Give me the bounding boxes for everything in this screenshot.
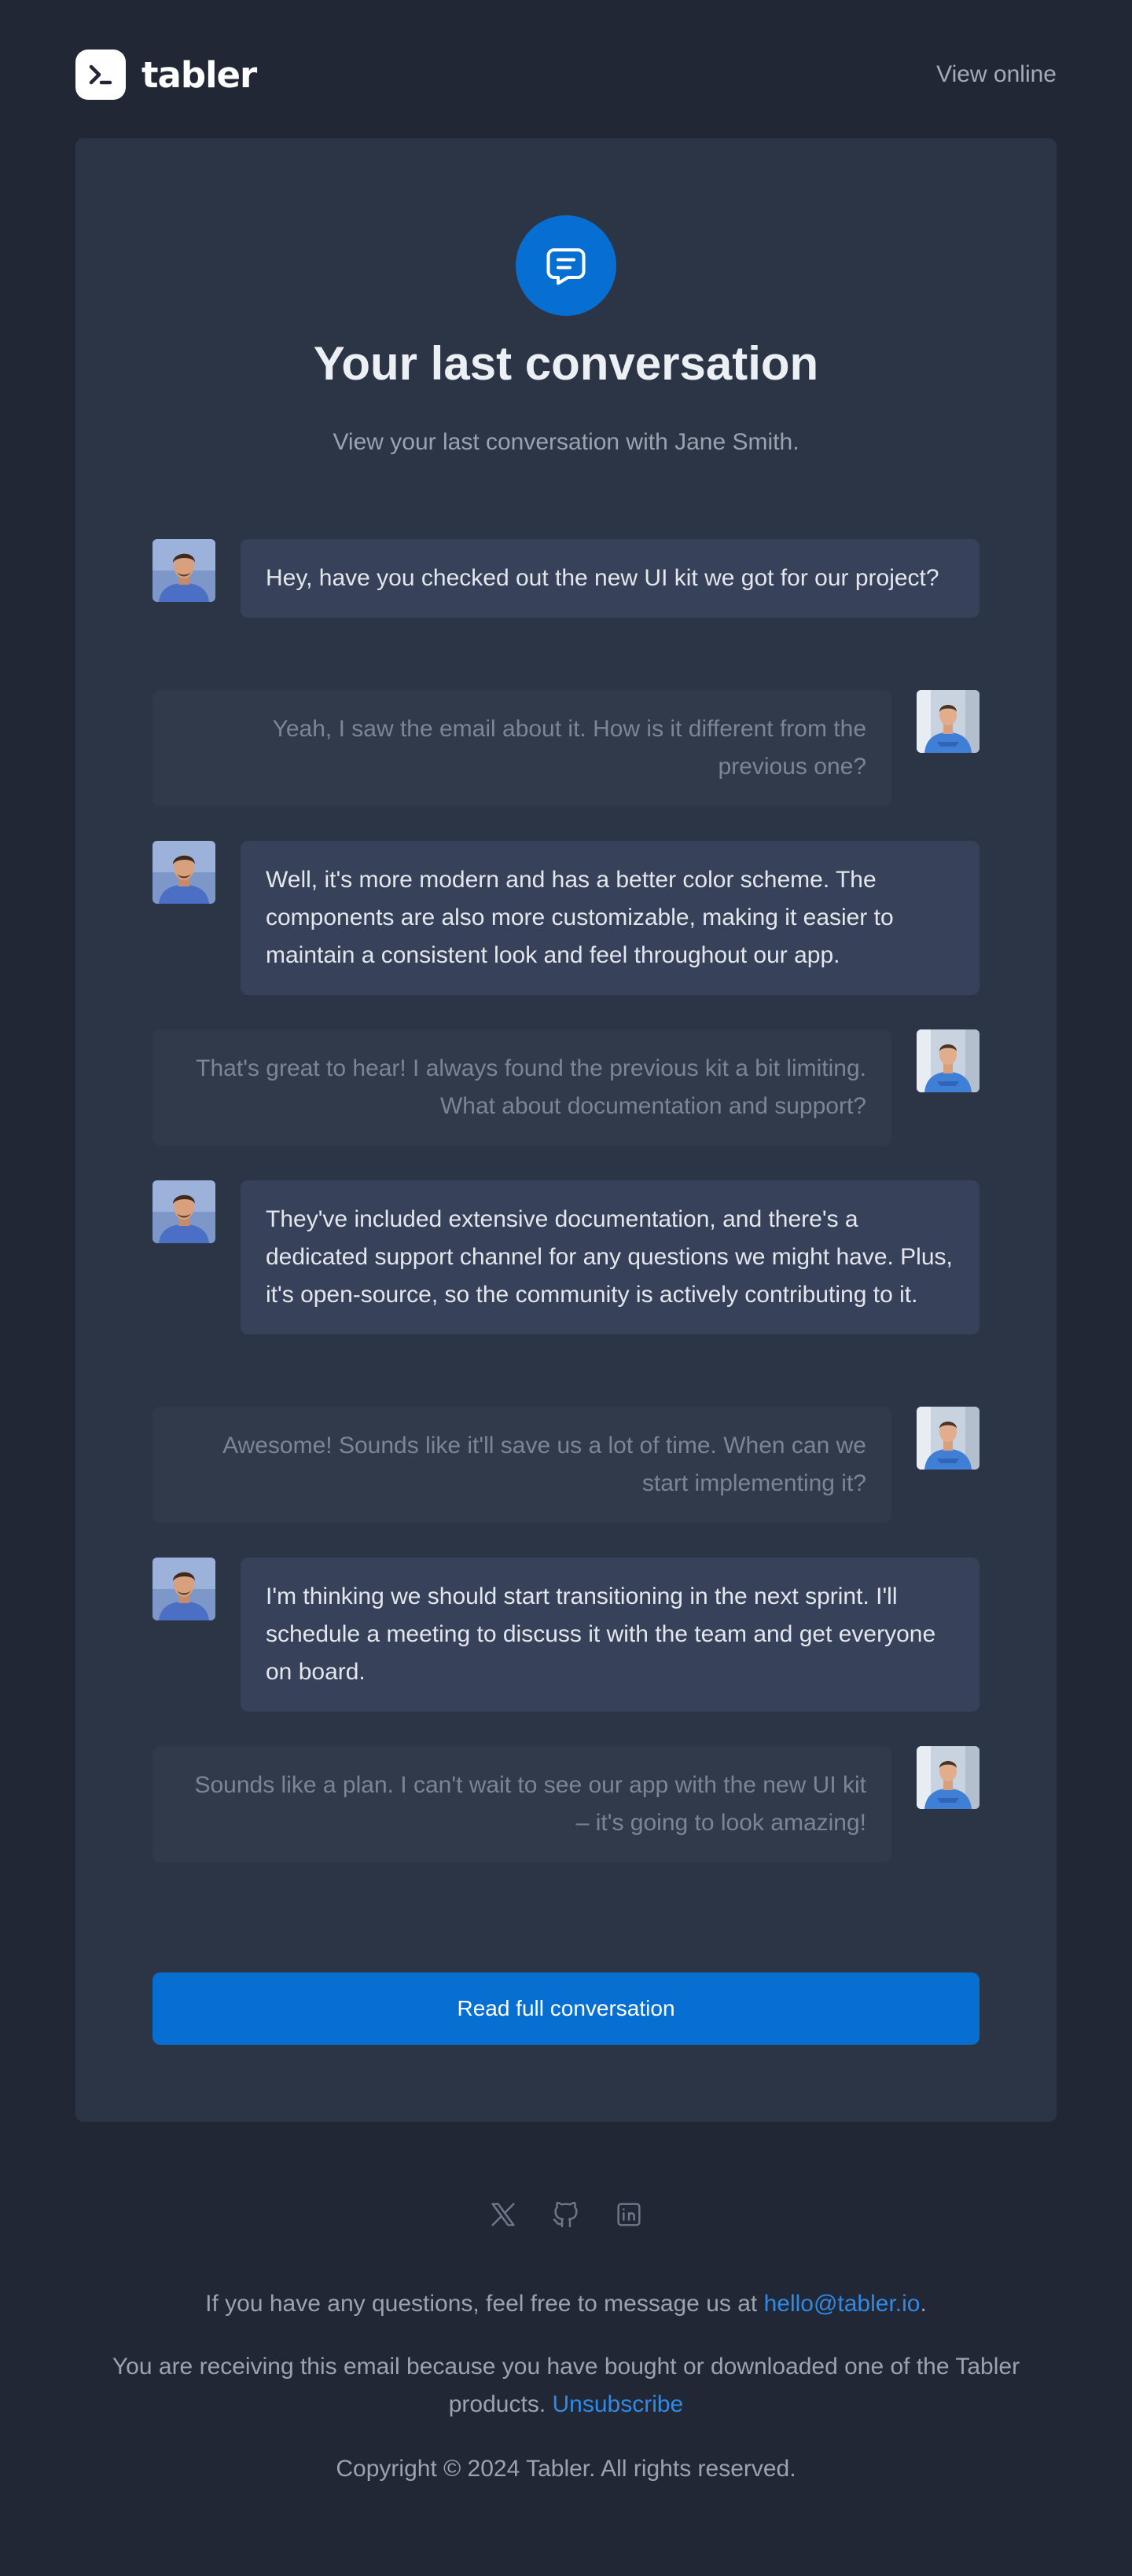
page-subtitle: View your last conversation with Jane Sm… bbox=[333, 429, 799, 455]
message-bubble: I'm thinking we should start transitioni… bbox=[241, 1558, 979, 1712]
brand-logo[interactable]: tabler bbox=[75, 50, 257, 100]
read-full-conversation-button[interactable]: Read full conversation bbox=[153, 1972, 979, 2045]
contact-email-link[interactable]: hello@tabler.io bbox=[764, 2291, 921, 2317]
message-bubble: They've included extensive documentation… bbox=[241, 1180, 979, 1334]
avatar bbox=[917, 1029, 979, 1092]
unsubscribe-link[interactable]: Unsubscribe bbox=[552, 2391, 683, 2417]
terminal-icon bbox=[75, 50, 126, 100]
footer-receiving: You are receiving this email because you… bbox=[75, 2348, 1057, 2424]
avatar bbox=[917, 1407, 979, 1470]
social-links bbox=[0, 2197, 1132, 2232]
message-bubble: Awesome! Sounds like it'll save us a lot… bbox=[153, 1407, 891, 1523]
content-card: Your last conversation View your last co… bbox=[75, 138, 1057, 2122]
footer-questions-text: If you have any questions, feel free to … bbox=[205, 2291, 764, 2317]
avatar bbox=[153, 1558, 215, 1620]
avatar bbox=[153, 539, 215, 602]
avatar bbox=[917, 690, 979, 753]
avatar bbox=[153, 1180, 215, 1243]
message-bubble: Hey, have you checked out the new UI kit… bbox=[241, 539, 979, 618]
brand-name: tabler bbox=[142, 53, 257, 96]
linkedin-icon[interactable] bbox=[612, 2197, 646, 2232]
avatar bbox=[153, 841, 215, 904]
message-bubble: Yeah, I saw the email about it. How is i… bbox=[153, 690, 891, 806]
footer-questions-end: . bbox=[920, 2291, 927, 2317]
footer-questions: If you have any questions, feel free to … bbox=[75, 2285, 1057, 2323]
footer-copyright: Copyright © 2024 Tabler. All rights rese… bbox=[336, 2456, 796, 2482]
x-icon[interactable] bbox=[486, 2197, 520, 2232]
page-title: Your last conversation bbox=[313, 337, 819, 390]
avatar bbox=[917, 1746, 979, 1809]
email-header: tabler View online bbox=[75, 49, 1057, 101]
message-bubble: Well, it's more modern and has a better … bbox=[241, 841, 979, 995]
message-icon bbox=[516, 215, 616, 316]
message-bubble: Sounds like a plan. I can't wait to see … bbox=[153, 1746, 891, 1862]
view-online-link[interactable]: View online bbox=[936, 61, 1057, 88]
message-bubble: That's great to hear! I always found the… bbox=[153, 1029, 891, 1146]
github-icon[interactable] bbox=[549, 2197, 583, 2232]
